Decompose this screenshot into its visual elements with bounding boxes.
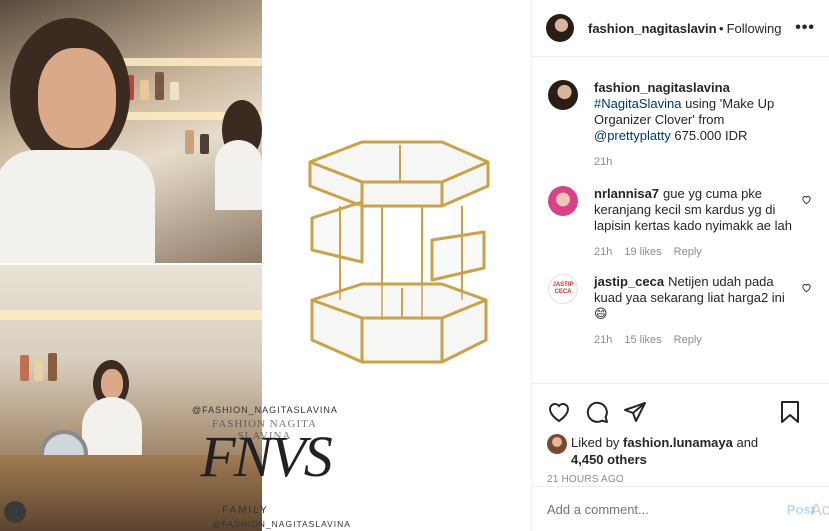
person-shirt [82,397,142,457]
reply-button[interactable]: Reply [674,244,702,260]
shelf [0,310,262,320]
person-face [101,369,123,399]
shelf [105,58,262,66]
watermark-logo: FNVS [200,424,333,489]
post-actions: Liked by fashion.lunamaya and 4,450 othe… [532,383,829,486]
liked-by-prefix: Liked by [571,435,624,450]
mention-link[interactable]: @prettyplatty [594,128,671,143]
photo-top-left [0,0,262,263]
watermark-handle-bottom: @FASHION_NAGITASLAVINA [212,519,351,529]
comment-time[interactable]: 21h [594,244,612,260]
comment-icon[interactable] [585,400,609,424]
comments-list[interactable]: fashion_nagitaslavina #NagitaSlavina usi… [532,66,829,381]
post-media[interactable]: @FASHION_NAGITASLAVINA FASHION NAGITA SL… [0,0,531,531]
liked-by-user[interactable]: fashion.lunamaya [623,435,733,450]
likes-summary: Liked by fashion.lunamaya and 4,450 othe… [547,434,815,468]
comment-body: nrlannisa7 gue yg cuma pke keranjang keci… [594,186,794,260]
following-button[interactable]: Following [727,21,782,36]
share-icon[interactable] [623,400,647,424]
comment-input[interactable] [547,501,787,517]
comment-username[interactable]: jastip_ceca [594,274,664,289]
bottle [200,134,209,154]
comments-pane: fashion_nagitaslavina • Following ••• fa… [531,0,829,531]
person-shirt [215,140,262,210]
heart-icon[interactable] [801,194,812,205]
comment-likes[interactable]: 15 likes [624,332,661,348]
person-face [38,48,116,148]
more-horizontal-icon[interactable]: ••• [795,19,815,37]
watermark-handle: @FASHION_NAGITASLAVINA [192,405,338,415]
comment-username[interactable]: nrlannisa7 [594,186,659,201]
comment-meta: 21h 19 likes Reply [594,244,794,260]
activate-overlay-text: Act [810,500,829,519]
avatar-text: JASTIP CECA [552,282,574,295]
bottle [48,353,57,381]
heart-icon[interactable] [801,282,812,293]
bottle [20,355,29,381]
caption-username[interactable]: fashion_nagitaslavina [594,80,730,95]
caption-body: fashion_nagitaslavina #NagitaSlavina usi… [594,80,794,170]
add-comment-bar: Post [532,486,829,531]
bottle [34,360,43,381]
comment-meta: 21h 15 likes Reply [594,332,794,348]
caption-text: 675.000 IDR [670,128,748,143]
avatar[interactable] [548,80,578,110]
avatar[interactable] [546,14,574,42]
comment-time[interactable]: 21h [594,332,612,348]
hashtag-link[interactable]: #NagitaSlavina [594,96,681,111]
post-header: fashion_nagitaslavina • Following ••• [532,0,829,57]
comment-body: jastip_ceca Netijen udah pada kuad yaa se… [594,274,794,348]
caption-meta: 21h [594,154,794,170]
likes-text: Liked by fashion.lunamaya and 4,450 othe… [571,434,758,468]
action-bar [547,392,815,432]
bookmark-icon[interactable] [779,400,801,424]
header-username[interactable]: fashion_nagitaslavina [588,21,716,36]
watermark: @FASHION_NAGITASLAVINA FASHION NAGITA SL… [192,405,350,531]
avatar[interactable] [548,186,578,216]
avatar[interactable] [547,434,567,454]
others-count[interactable]: 4,450 others [571,452,647,467]
liked-by-and: and [732,435,759,450]
caption: fashion_nagitaslavina #NagitaSlavina usi… [548,80,814,170]
profile-badge-icon [4,501,26,523]
bottle [140,80,149,100]
caption-time[interactable]: 21h [594,154,612,170]
post-timestamp[interactable]: 21 HOURS AGO [547,474,815,485]
comment-likes[interactable]: 19 likes [624,244,661,260]
bottle [170,82,179,100]
bottle [185,130,194,154]
person-shirt [0,150,155,263]
bottle [155,72,164,100]
watermark-family: FAMILY [222,505,269,516]
comment-item: JASTIP CECA jastip_ceca Netijen udah pada… [548,274,814,348]
avatar[interactable]: JASTIP CECA [548,274,578,304]
comment-item: nrlannisa7 gue yg cuma pke keranjang keci… [548,186,814,260]
reply-button[interactable]: Reply [674,332,702,348]
separator-dot: • [719,20,724,36]
heart-icon[interactable] [547,400,571,424]
